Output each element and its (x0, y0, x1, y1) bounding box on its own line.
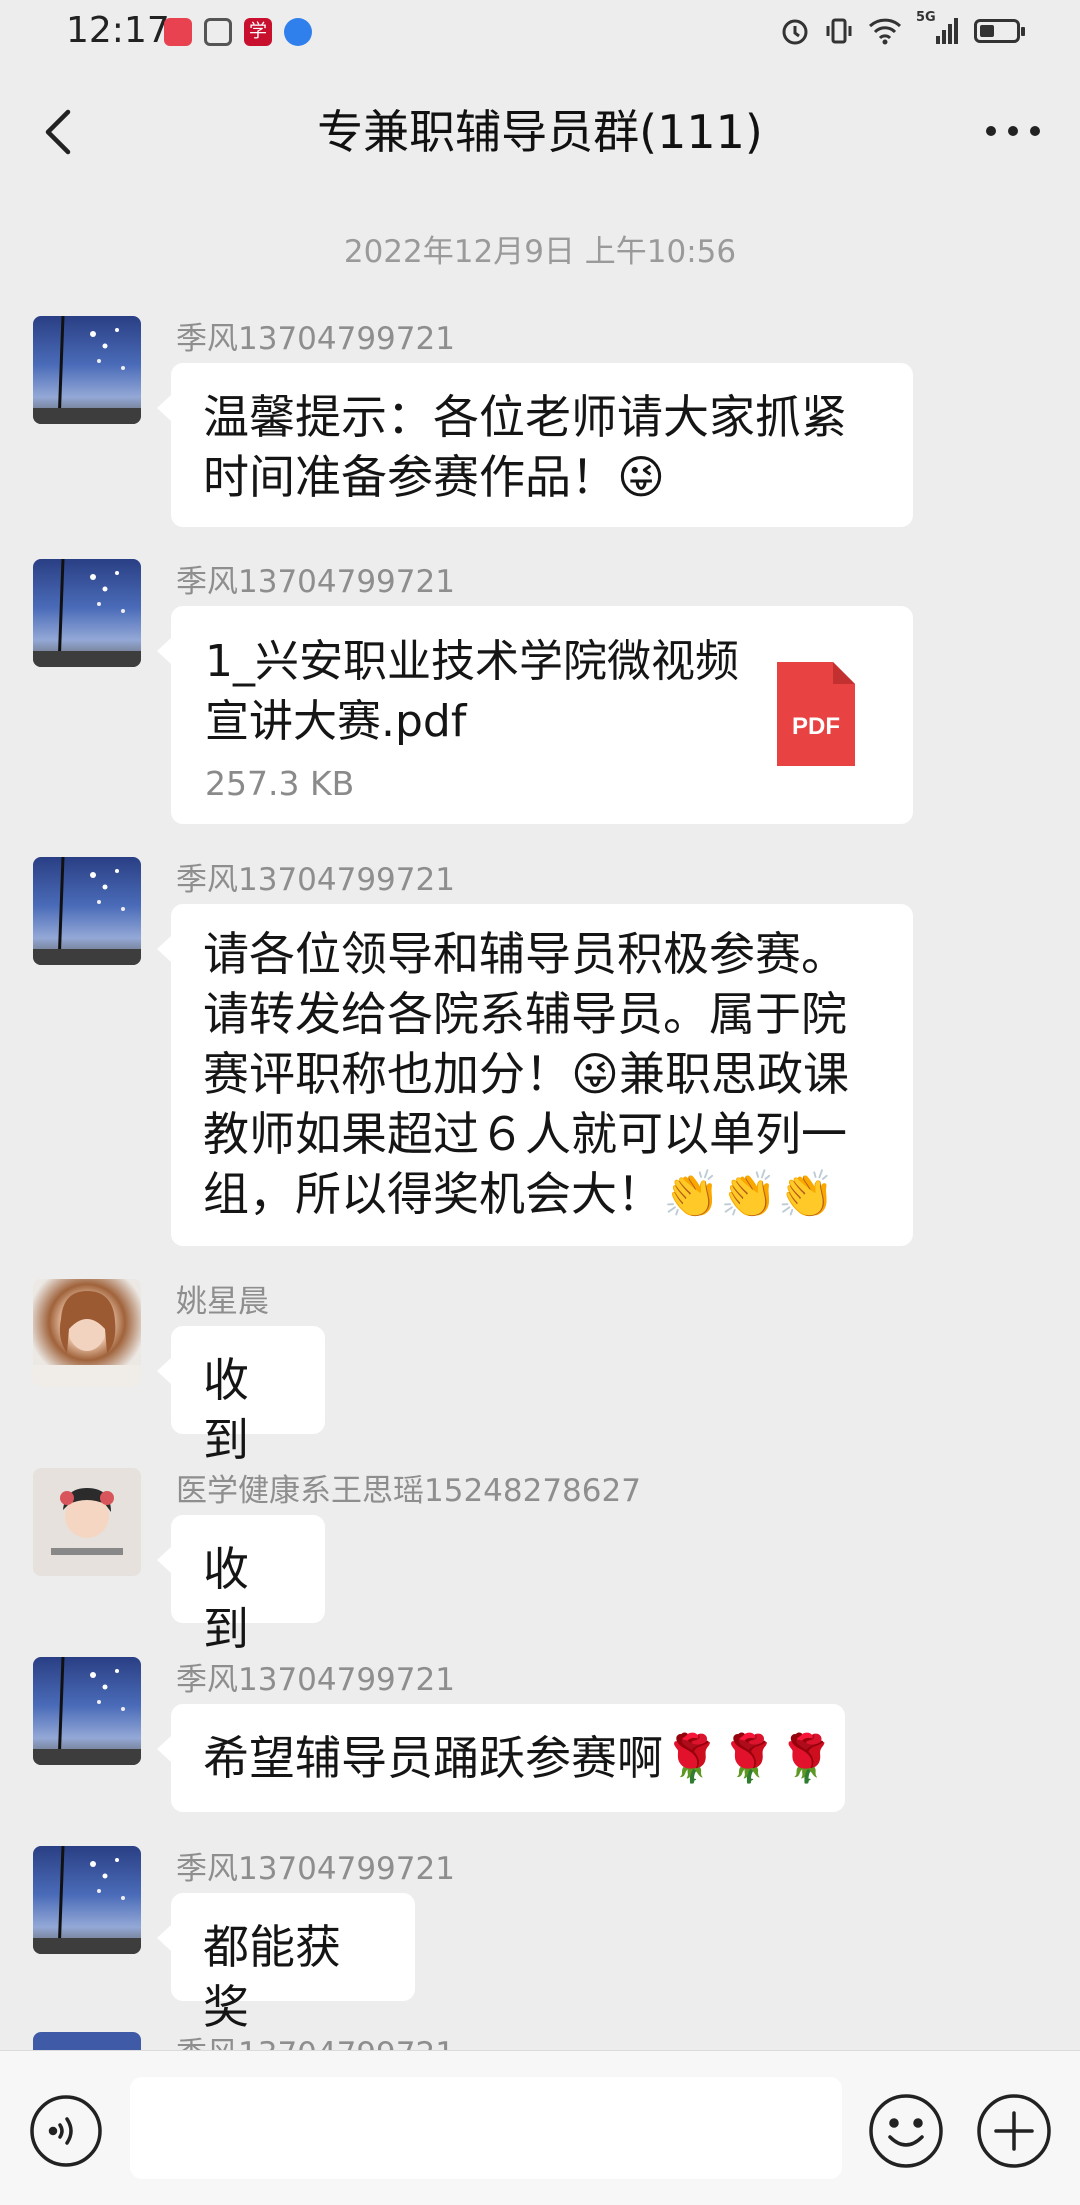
voice-icon (30, 2095, 102, 2167)
avatar[interactable] (33, 1279, 141, 1387)
avatar[interactable] (33, 559, 141, 667)
message-timestamp: 2022年12月9日 上午10:56 (343, 234, 737, 270)
wifi-icon (868, 18, 902, 45)
pdf-file-icon: PDF (777, 662, 855, 766)
emoji-icon (869, 2094, 943, 2168)
more-button[interactable] (980, 106, 1046, 156)
file-size: 257.3 KB (205, 764, 355, 803)
plus-button[interactable] (974, 2091, 1054, 2171)
battery-fill (980, 25, 994, 37)
file-message-bubble[interactable]: 1_兴安职业技术学院微视频宣讲大赛.pdf 257.3 KB PDF (157, 606, 913, 824)
battery-icon (974, 19, 1025, 43)
avatar[interactable] (33, 1657, 141, 1765)
message-bubble[interactable]: 收到 (157, 1515, 325, 1656)
voice-button[interactable] (28, 2093, 104, 2169)
message-bubble[interactable]: 收到 (157, 1326, 325, 1467)
message-text: 请各位领导和辅导员积极参赛。请转发给各院系辅导员。属于院赛评职称也加分！😜兼职思… (203, 927, 849, 1221)
file-name: 1_兴安职业技术学院微视频宣讲大赛.pdf (205, 636, 739, 747)
avatar[interactable] (33, 857, 141, 965)
avatar[interactable] (33, 1468, 141, 1576)
sender-name: 季风13704799721 (176, 564, 455, 600)
avatar[interactable] (33, 316, 141, 424)
status-bar: 12:17 学 5G (0, 0, 1080, 66)
status-right-icons: 5G (780, 10, 1025, 46)
shield-icon (204, 18, 232, 46)
xuexi-app-icon: 学 (244, 18, 272, 46)
message-text: 都能获奖 (203, 1920, 341, 2034)
chat-title: 专兼职辅导员群(111) (317, 105, 763, 159)
status-time: 12:17 (66, 10, 170, 51)
message-text: 希望辅导员踊跃参赛啊🌹🌹🌹 (203, 1731, 835, 1785)
message-bubble[interactable]: 温馨提示：各位老师请大家抓紧时间准备参赛作品！😜 (157, 363, 913, 527)
red-square-icon (164, 18, 192, 46)
plus-icon (977, 2094, 1051, 2168)
sender-name: 医学健康系王思瑶15248278627 (176, 1473, 641, 1509)
alarm-icon (782, 19, 808, 45)
input-bar (0, 2050, 1080, 2205)
message-bubble[interactable]: 请各位领导和辅导员积极参赛。请转发给各院系辅导员。属于院赛评职称也加分！😜兼职思… (157, 904, 913, 1246)
network-label: 5G (916, 10, 936, 25)
file-type-label: PDF (792, 713, 840, 740)
sender-name: 季风13704799721 (176, 862, 455, 898)
message-text: 温馨提示：各位老师请大家抓紧时间准备参赛作品！😜 (203, 390, 847, 504)
message-bubble[interactable]: 希望辅导员踊跃参赛啊🌹🌹🌹 (157, 1704, 845, 1812)
message-text: 收到 (203, 1353, 249, 1467)
avatar[interactable] (33, 1846, 141, 1954)
sender-name: 季风13704799721 (176, 321, 455, 357)
emoji-button[interactable] (866, 2091, 946, 2171)
vibrate-icon (826, 18, 852, 44)
message-input[interactable] (130, 2077, 842, 2179)
blue-circle-app-icon (284, 18, 312, 46)
5g-signal-icon: 5G (916, 10, 960, 46)
status-app-icons: 学 (164, 18, 312, 46)
sender-name: 姚星晨 (176, 1284, 269, 1320)
more-dots-icon (986, 126, 1040, 136)
message-text: 收到 (203, 1542, 249, 1656)
message-bubble[interactable]: 都能获奖 (157, 1893, 415, 2034)
sender-name: 季风13704799721 (176, 1851, 455, 1887)
chat-header: 专兼职辅导员群(111) (0, 66, 1080, 196)
sender-name: 季风13704799721 (176, 1662, 455, 1698)
